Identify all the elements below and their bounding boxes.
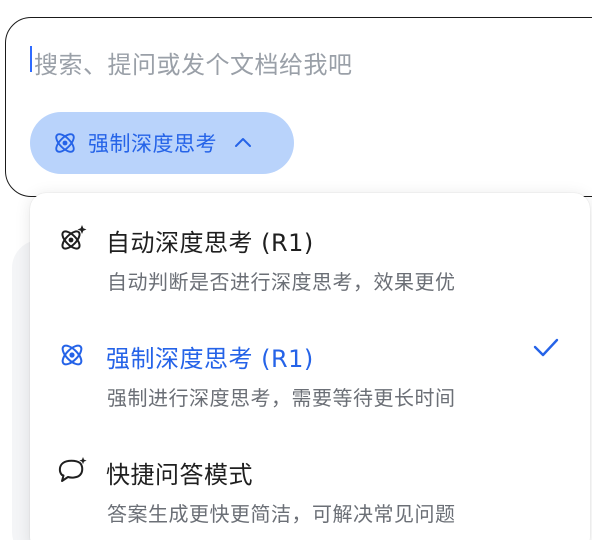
text-caret (30, 46, 32, 72)
menu-option-title: 快捷问答模式 (106, 461, 253, 489)
atom-icon (55, 133, 75, 153)
menu-option-description: 自动判断是否进行深度思考，效果更优 (107, 270, 456, 294)
thinking-mode-menu: 自动深度思考 (R1) 自动判断是否进行深度思考，效果更优 强制深度思考 (R1… (30, 193, 590, 540)
menu-option-description: 答案生成更快更简洁，可解决常见问题 (107, 502, 456, 526)
atom-icon (61, 344, 83, 366)
menu-option-title: 自动深度思考 (R1) (106, 229, 314, 257)
checkmark-icon (533, 338, 559, 357)
menu-option-description: 强制进行深度思考，需要等待更长时间 (107, 386, 456, 410)
chat-composer-screen: 搜索、提问或发个文档给我吧 强制深度思考 自动深度思考 (R1) 自动判断是否进… (0, 0, 592, 540)
atom-sparkle-icon (61, 225, 87, 250)
menu-option-auto-deep-think[interactable]: 自动深度思考 (R1) 自动判断是否进行深度思考，效果更优 (30, 193, 590, 309)
menu-option-title: 强制深度思考 (R1) (106, 345, 314, 373)
deep-think-mode-button[interactable]: 强制深度思考 (30, 112, 294, 174)
menu-option-forced-deep-think[interactable]: 强制深度思考 (R1) 强制进行深度思考，需要等待更长时间 (30, 309, 590, 425)
deep-think-mode-label: 强制深度思考 (88, 132, 217, 156)
chat-input-box[interactable]: 搜索、提问或发个文档给我吧 强制深度思考 (5, 17, 592, 197)
search-input-placeholder[interactable]: 搜索、提问或发个文档给我吧 (34, 45, 353, 80)
chat-bubble-icon (58, 457, 87, 482)
chevron-up-icon (235, 138, 251, 147)
menu-option-quick-answer[interactable]: 快捷问答模式 答案生成更快更简洁，可解决常见问题 (30, 425, 590, 540)
